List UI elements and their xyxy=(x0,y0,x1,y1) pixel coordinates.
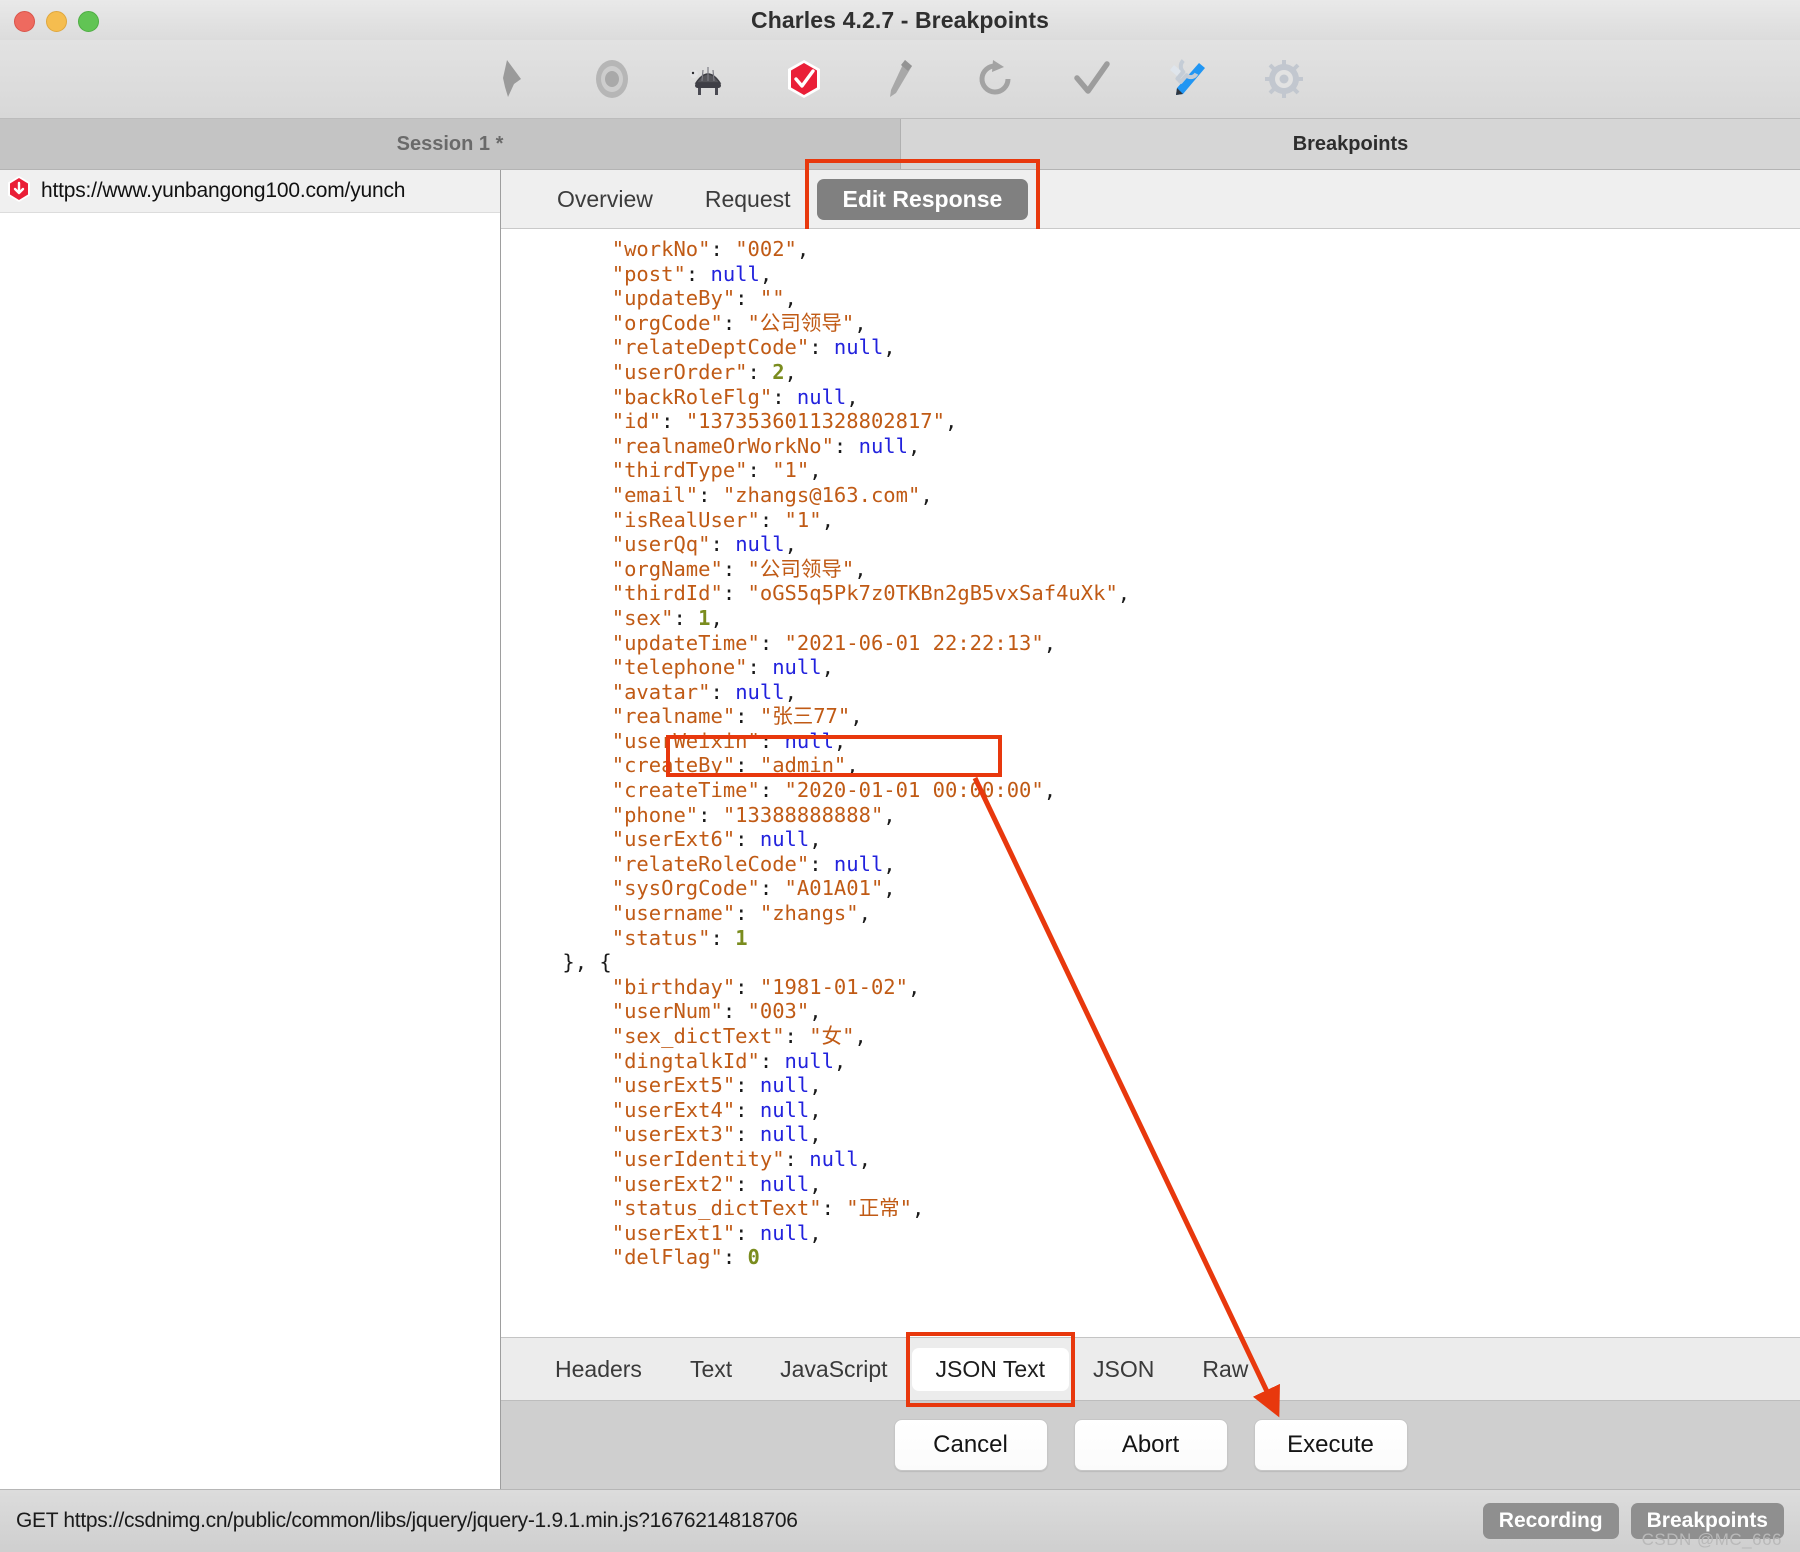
minimize-window-button[interactable] xyxy=(46,11,67,32)
status-bar: GET https://csdnimg.cn/public/common/lib… xyxy=(0,1489,1800,1552)
tab-session-1[interactable]: Session 1 * xyxy=(0,119,901,169)
status-request-text: GET https://csdnimg.cn/public/common/lib… xyxy=(16,1509,798,1532)
traffic-lights xyxy=(14,11,99,32)
validate-check-icon[interactable] xyxy=(1064,51,1120,107)
breakpoint-stop-icon xyxy=(6,175,32,208)
breakpoints-stop-icon[interactable] xyxy=(776,51,832,107)
tools-icon[interactable] xyxy=(1160,51,1216,107)
throttle-turtle-icon[interactable] xyxy=(680,51,736,107)
json-text-editor[interactable]: "workNo": "002", "post": null, "updateBy… xyxy=(501,229,1800,1337)
breakpoint-list-empty-area xyxy=(0,213,500,1489)
tab-headers[interactable]: Headers xyxy=(531,1348,666,1391)
content-type-tab-bar: Headers Text JavaScript JSON Text JSON R… xyxy=(501,1331,1800,1407)
execute-button[interactable]: Execute xyxy=(1253,1419,1408,1471)
breakpoint-list-pane: https://www.yunbangong100.com/yunch xyxy=(0,170,501,1489)
clear-icon[interactable] xyxy=(488,51,544,107)
tab-json[interactable]: JSON xyxy=(1069,1348,1178,1391)
tab-overview[interactable]: Overview xyxy=(531,179,679,220)
main-toolbar xyxy=(0,40,1800,119)
repeat-refresh-icon[interactable] xyxy=(968,51,1024,107)
tab-json-text[interactable]: JSON Text xyxy=(911,1347,1069,1391)
maximize-window-button[interactable] xyxy=(78,11,99,32)
json-content[interactable]: "workNo": "002", "post": null, "updateBy… xyxy=(501,237,1800,1270)
action-button-bar: Cancel Abort Execute xyxy=(501,1400,1800,1489)
record-icon[interactable] xyxy=(584,51,640,107)
tab-text[interactable]: Text xyxy=(666,1348,756,1391)
tab-raw[interactable]: Raw xyxy=(1178,1348,1272,1391)
status-badge-recording[interactable]: Recording xyxy=(1482,1503,1619,1539)
title-bar: Charles 4.2.7 - Breakpoints xyxy=(0,0,1800,40)
tab-edit-response[interactable]: Edit Response xyxy=(816,178,1029,220)
main-split: https://www.yunbangong100.com/yunch Over… xyxy=(0,158,1800,1489)
tab-breakpoints[interactable]: Breakpoints xyxy=(901,119,1800,169)
breakpoint-list-item[interactable]: https://www.yunbangong100.com/yunch xyxy=(0,170,500,213)
settings-gear-icon[interactable] xyxy=(1256,51,1312,107)
window-title: Charles 4.2.7 - Breakpoints xyxy=(751,6,1049,33)
compose-pen-icon[interactable] xyxy=(872,51,928,107)
charles-window: Charles 4.2.7 - Breakpoints Session 1 * … xyxy=(0,0,1800,1552)
tab-request[interactable]: Request xyxy=(679,179,817,220)
watermark-text: CSDN @MC_666 xyxy=(1641,1530,1782,1549)
detail-tab-bar: Overview Request Edit Response xyxy=(501,158,1800,236)
close-window-button[interactable] xyxy=(14,11,35,32)
detail-pane: Overview Request Edit Response "workNo":… xyxy=(501,158,1800,1489)
cancel-button[interactable]: Cancel xyxy=(893,1419,1048,1471)
abort-button[interactable]: Abort xyxy=(1073,1419,1228,1471)
breakpoint-url: https://www.yunbangong100.com/yunch xyxy=(41,179,406,202)
window-tab-strip: Session 1 * Breakpoints xyxy=(0,119,1800,170)
tab-javascript[interactable]: JavaScript xyxy=(756,1348,911,1391)
